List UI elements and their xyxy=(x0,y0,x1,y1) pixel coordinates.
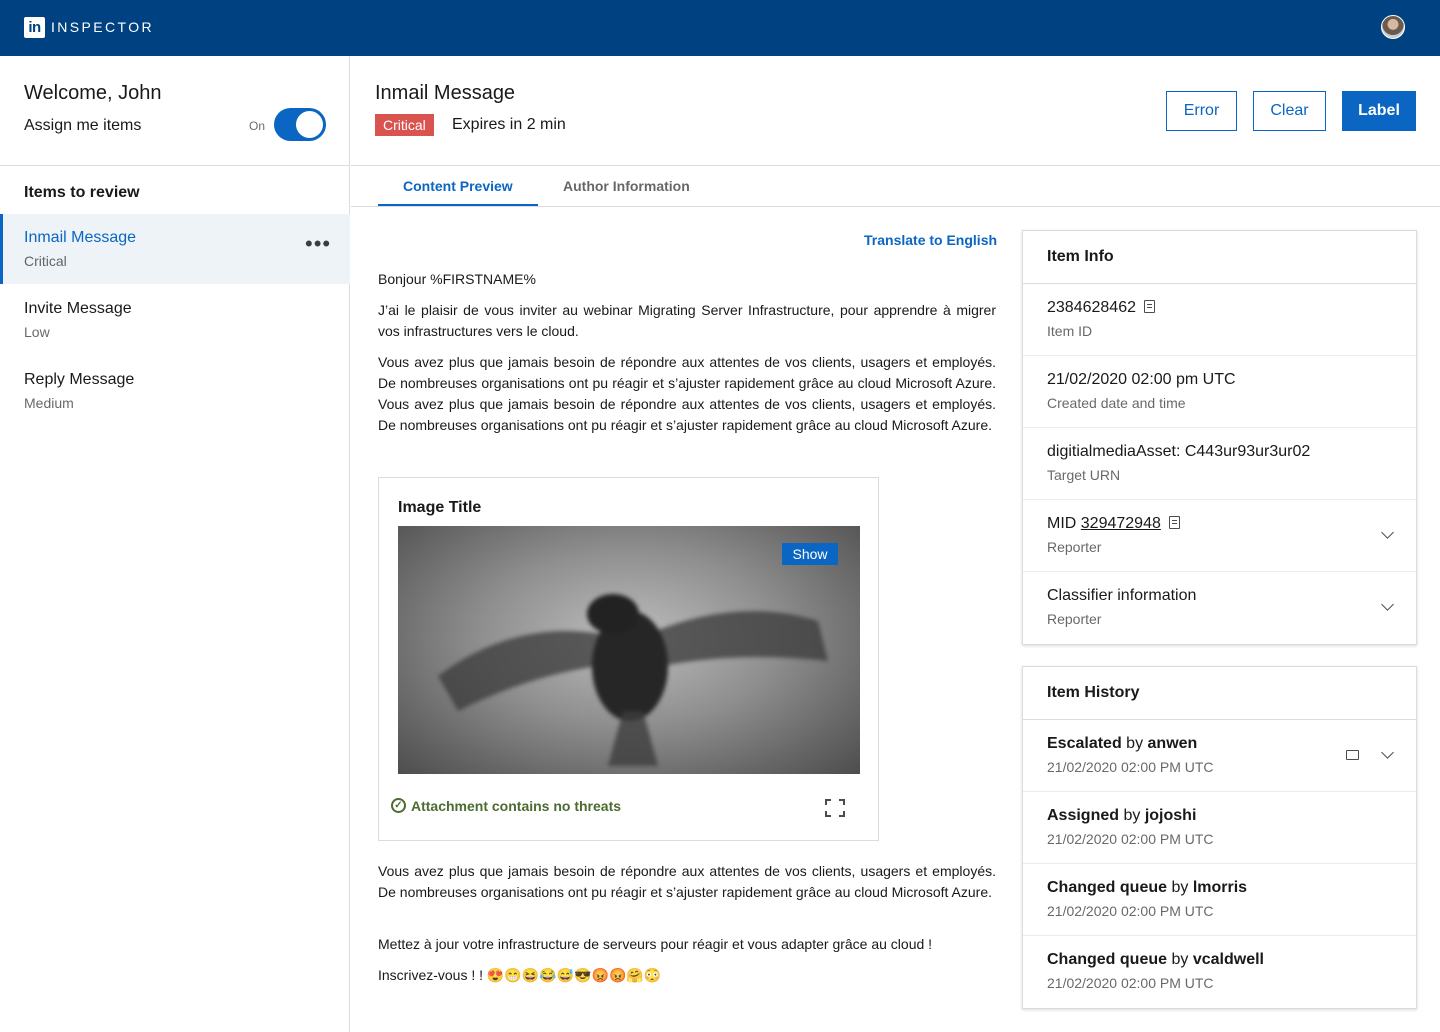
review-item-priority: Medium xyxy=(24,395,74,411)
error-button[interactable]: Error xyxy=(1166,91,1237,131)
history-user: vcaldwell xyxy=(1192,951,1264,968)
tab-content-preview[interactable]: Content Preview xyxy=(403,178,513,194)
blurred-image: Show xyxy=(398,526,860,774)
review-item-inmail[interactable]: Inmail Message Critical ••• xyxy=(0,214,350,284)
avatar[interactable] xyxy=(1381,15,1405,39)
reporter-label: Reporter xyxy=(1047,539,1102,555)
history-by: by xyxy=(1171,951,1189,968)
label-button[interactable]: Label xyxy=(1342,91,1416,131)
copy-icon[interactable] xyxy=(1143,300,1155,313)
mid-prefix: MID xyxy=(1047,515,1077,532)
assign-label: Assign me items xyxy=(24,117,142,134)
history-row[interactable]: Escalated by anwen 21/02/2020 02:00 PM U… xyxy=(1023,720,1416,792)
linkedin-logo-icon: in xyxy=(24,17,45,38)
message-paragraph: J’ai le plaisir de vous inviter au webin… xyxy=(378,302,996,339)
critical-badge: Critical xyxy=(375,114,434,136)
expand-icon[interactable] xyxy=(825,799,845,817)
history-user: lmorris xyxy=(1192,879,1248,896)
classifier-value: Classifier information xyxy=(1047,587,1197,604)
check-circle-icon: ✓ xyxy=(391,798,406,813)
review-item-priority: Critical xyxy=(24,253,67,269)
classifier-row[interactable]: Classifier information Reporter xyxy=(1023,572,1416,644)
review-item-title: Reply Message xyxy=(24,371,135,388)
page-title: Inmail Message xyxy=(375,82,516,104)
review-item-title: Invite Message xyxy=(24,300,132,317)
toggle-knob xyxy=(296,111,323,138)
comment-icon[interactable] xyxy=(1346,750,1359,760)
clear-button[interactable]: Clear xyxy=(1253,91,1326,131)
item-history-panel: Item History Escalated by anwen 21/02/20… xyxy=(1022,666,1417,1009)
show-image-button[interactable]: Show xyxy=(782,543,838,565)
message-paragraph: Mettez à jour votre infrastructure de se… xyxy=(378,936,933,952)
history-action: Changed queue xyxy=(1047,951,1168,968)
welcome-heading: Welcome, John xyxy=(24,82,162,104)
item-info-heading: Item Info xyxy=(1023,231,1416,284)
reporter-row[interactable]: MID 329472948 Reporter xyxy=(1023,500,1416,572)
sidebar: Welcome, John Assign me items On Items t… xyxy=(0,56,350,1032)
target-urn-value: digitialmediaAsset: C443ur93ur3ur02 xyxy=(1047,443,1311,460)
tab-author-information[interactable]: Author Information xyxy=(563,178,690,194)
history-time: 21/02/2020 02:00 PM UTC xyxy=(1047,903,1214,919)
image-attachment-card: Image Title Show ✓ Attachment contains n… xyxy=(378,477,879,841)
history-row: Changed queue by vcaldwell 21/02/2020 02… xyxy=(1023,936,1416,1008)
assign-toggle[interactable] xyxy=(274,108,326,141)
history-row: Assigned by jojoshi 21/02/2020 02:00 PM … xyxy=(1023,792,1416,864)
history-user: anwen xyxy=(1147,735,1198,752)
created-date-row: 21/02/2020 02:00 pm UTC Created date and… xyxy=(1023,356,1416,428)
review-item-reply[interactable]: Reply Message Medium xyxy=(0,356,350,426)
translate-link[interactable]: Translate to English xyxy=(864,232,997,248)
history-action: Changed queue xyxy=(1047,879,1168,896)
history-by: by xyxy=(1126,735,1144,752)
history-by: by xyxy=(1123,807,1141,824)
more-icon[interactable]: ••• xyxy=(305,233,331,255)
created-date-label: Created date and time xyxy=(1047,395,1186,411)
top-bar: in INSPECTOR xyxy=(0,0,1440,56)
divider xyxy=(0,165,350,166)
history-row: Changed queue by lmorris 21/02/2020 02:0… xyxy=(1023,864,1416,936)
item-id-row: 2384628462 Item ID xyxy=(1023,284,1416,356)
review-item-title: Inmail Message xyxy=(24,229,137,246)
history-by: by xyxy=(1171,879,1189,896)
item-history-heading: Item History xyxy=(1023,667,1416,720)
app-brand: INSPECTOR xyxy=(51,19,155,35)
message-greeting: Bonjour %FIRSTNAME% xyxy=(378,271,536,287)
item-id-label: Item ID xyxy=(1047,323,1093,339)
history-time: 21/02/2020 02:00 PM UTC xyxy=(1047,759,1214,775)
item-info-panel: Item Info 2384628462 Item ID 21/02/2020 … xyxy=(1022,230,1417,645)
classifier-label: Reporter xyxy=(1047,611,1102,627)
items-to-review-heading: Items to review xyxy=(24,184,140,201)
expires-text: Expires in 2 min xyxy=(452,116,566,133)
history-time: 21/02/2020 02:00 PM UTC xyxy=(1047,831,1214,847)
mid-link[interactable]: 329472948 xyxy=(1081,515,1161,532)
review-item-invite[interactable]: Invite Message Low xyxy=(0,285,350,355)
item-id-value: 2384628462 xyxy=(1047,299,1136,316)
history-action: Assigned xyxy=(1047,807,1120,824)
target-urn-row: digitialmediaAsset: C443ur93ur3ur02 Targ… xyxy=(1023,428,1416,500)
copy-icon[interactable] xyxy=(1168,516,1180,529)
image-title: Image Title xyxy=(398,499,482,516)
history-action: Escalated xyxy=(1047,735,1122,752)
history-user: jojoshi xyxy=(1144,807,1197,824)
divider xyxy=(351,165,1440,166)
message-paragraph: Inscrivez-vous ! ! 😍😁😆😂😅😎😡😡🤗😳 xyxy=(378,967,662,983)
message-paragraph: Vous avez plus que jamais besoin de répo… xyxy=(378,863,996,900)
divider xyxy=(351,206,1440,207)
review-item-priority: Low xyxy=(24,324,50,340)
attachment-status: Attachment contains no threats xyxy=(411,798,622,814)
target-urn-label: Target URN xyxy=(1047,467,1121,483)
created-date-value: 21/02/2020 02:00 pm UTC xyxy=(1047,371,1236,388)
history-time: 21/02/2020 02:00 PM UTC xyxy=(1047,975,1214,991)
message-paragraph: Vous avez plus que jamais besoin de répo… xyxy=(378,354,996,433)
toggle-state-label: On xyxy=(249,119,266,133)
